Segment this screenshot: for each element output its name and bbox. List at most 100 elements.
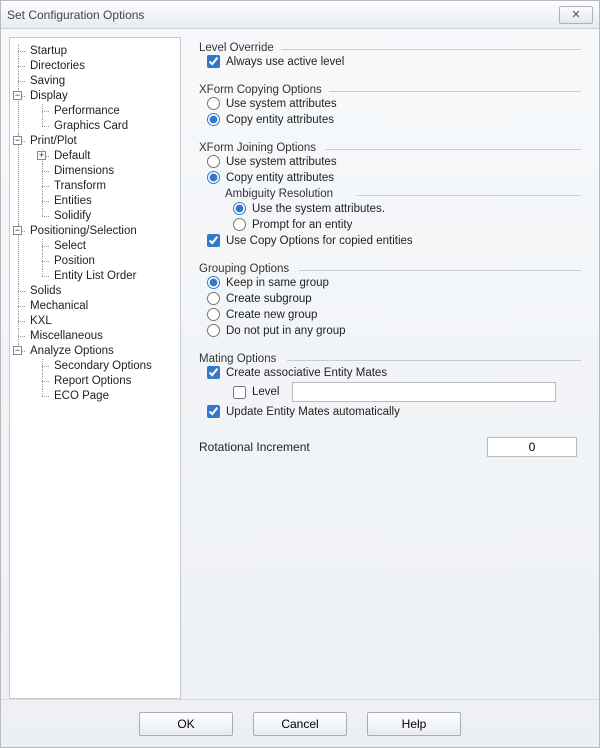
- tree-item-label[interactable]: Directories: [28, 60, 87, 72]
- tree-item[interactable]: KXL: [18, 314, 176, 329]
- xcopy-use-system-radio[interactable]: [207, 97, 220, 110]
- tree-item-label[interactable]: Positioning/Selection: [28, 225, 139, 237]
- group-new-row[interactable]: Create new group: [207, 308, 573, 321]
- tree-item-label[interactable]: Secondary Options: [52, 360, 154, 372]
- group-keep-radio[interactable]: [207, 276, 220, 289]
- tree-item[interactable]: Report Options: [42, 374, 176, 389]
- tree-item[interactable]: Position: [42, 254, 176, 269]
- group-new-radio[interactable]: [207, 308, 220, 321]
- tree-item[interactable]: Dimensions: [42, 164, 176, 179]
- mating-update-row[interactable]: Update Entity Mates automatically: [207, 405, 573, 418]
- close-button[interactable]: ✕: [559, 6, 593, 24]
- help-button[interactable]: Help: [367, 712, 461, 736]
- ambiguity-prompt-row[interactable]: Prompt for an entity: [233, 218, 573, 231]
- mating-level-input[interactable]: [292, 382, 556, 402]
- mating-update-label: Update Entity Mates automatically: [226, 406, 400, 418]
- tree-item-label[interactable]: Display: [28, 90, 70, 102]
- tree-item[interactable]: Startup: [18, 44, 176, 59]
- xjoin-copy-entity-radio[interactable]: [207, 171, 220, 184]
- tree-item-label[interactable]: Graphics Card: [52, 120, 130, 132]
- tree-item-label[interactable]: Performance: [52, 105, 122, 117]
- legend-level-override: Level Override: [199, 42, 280, 54]
- tree-item-label[interactable]: Position: [52, 255, 97, 267]
- xcopy-copy-entity-row[interactable]: Copy entity attributes: [207, 113, 573, 126]
- ambiguity-prompt-radio[interactable]: [233, 218, 246, 231]
- tree-item[interactable]: −Print/Plot+DefaultDimensionsTransformEn…: [18, 134, 176, 224]
- tree-item[interactable]: Saving: [18, 74, 176, 89]
- tree-item-label[interactable]: Report Options: [52, 375, 133, 387]
- tree-item[interactable]: Solidify: [42, 209, 176, 224]
- tree-item[interactable]: ECO Page: [42, 389, 176, 404]
- xcopy-use-system-row[interactable]: Use system attributes: [207, 97, 573, 110]
- collapse-icon[interactable]: −: [13, 91, 22, 100]
- tree-item-label[interactable]: Entities: [52, 195, 94, 207]
- xjoin-use-system-row[interactable]: Use system attributes: [207, 155, 573, 168]
- ambiguity-use-system-radio[interactable]: [233, 202, 246, 215]
- tree-item[interactable]: Miscellaneous: [18, 329, 176, 344]
- always-active-level-row[interactable]: Always use active level: [207, 55, 573, 68]
- group-none-radio[interactable]: [207, 324, 220, 337]
- tree-item-label[interactable]: Select: [52, 240, 88, 252]
- xjoin-copy-entity-row[interactable]: Copy entity attributes: [207, 171, 573, 184]
- tree-item[interactable]: Transform: [42, 179, 176, 194]
- tree-item-label[interactable]: Print/Plot: [28, 135, 79, 147]
- tree-item[interactable]: Directories: [18, 59, 176, 74]
- collapse-icon[interactable]: −: [13, 346, 22, 355]
- tree-item[interactable]: −DisplayPerformanceGraphics Card: [18, 89, 176, 134]
- tree-item-label[interactable]: Solidify: [52, 210, 93, 222]
- mating-create-row[interactable]: Create associative Entity Mates: [207, 366, 573, 379]
- category-tree[interactable]: StartupDirectoriesSaving−DisplayPerforma…: [9, 37, 181, 699]
- ok-button[interactable]: OK: [139, 712, 233, 736]
- tree-item-label[interactable]: Dimensions: [52, 165, 116, 177]
- legend-xform-joining: XForm Joining Options: [199, 142, 322, 154]
- tree-item[interactable]: Graphics Card: [42, 119, 176, 134]
- collapse-icon[interactable]: −: [13, 136, 22, 145]
- tree-item-label[interactable]: Analyze Options: [28, 345, 116, 357]
- config-window: Set Configuration Options ✕ Startup Direc…: [0, 0, 600, 748]
- tree-item-label[interactable]: Entity List Order: [52, 270, 138, 282]
- legend-grouping: Grouping Options: [199, 263, 295, 275]
- tree-item-label[interactable]: Transform: [52, 180, 108, 192]
- group-keep-row[interactable]: Keep in same group: [207, 276, 573, 289]
- use-copy-options-checkbox[interactable]: [207, 234, 220, 247]
- group-none-row[interactable]: Do not put in any group: [207, 324, 573, 337]
- expand-icon[interactable]: +: [37, 151, 46, 160]
- window-title: Set Configuration Options: [7, 8, 559, 22]
- tree-item-label[interactable]: ECO Page: [52, 390, 111, 402]
- legend-mating: Mating Options: [199, 353, 282, 365]
- mating-update-checkbox[interactable]: [207, 405, 220, 418]
- tree-item[interactable]: +Default: [42, 149, 176, 164]
- tree-item[interactable]: Entity List Order: [42, 269, 176, 284]
- tree-item[interactable]: Secondary Options: [42, 359, 176, 374]
- tree-item[interactable]: Entities: [42, 194, 176, 209]
- tree-item-label[interactable]: KXL: [28, 315, 54, 327]
- always-active-level-checkbox[interactable]: [207, 55, 220, 68]
- group-sub-radio[interactable]: [207, 292, 220, 305]
- use-copy-options-label: Use Copy Options for copied entities: [226, 235, 413, 247]
- use-copy-options-row[interactable]: Use Copy Options for copied entities: [207, 234, 573, 247]
- ambiguity-use-system-row[interactable]: Use the system attributes.: [233, 202, 573, 215]
- settings-panel: Level Override Always use active level X…: [189, 37, 591, 699]
- tree-item[interactable]: −Positioning/SelectionSelectPositionEnti…: [18, 224, 176, 284]
- group-sub-row[interactable]: Create subgroup: [207, 292, 573, 305]
- mating-create-checkbox[interactable]: [207, 366, 220, 379]
- xjoin-copy-entity-label: Copy entity attributes: [226, 172, 334, 184]
- tree-item[interactable]: −Analyze OptionsSecondary OptionsReport …: [18, 344, 176, 404]
- tree-item[interactable]: Performance: [42, 104, 176, 119]
- mating-level-checkbox[interactable]: [233, 386, 246, 399]
- tree-item-label[interactable]: Miscellaneous: [28, 330, 105, 342]
- xcopy-copy-entity-label: Copy entity attributes: [226, 114, 334, 126]
- cancel-button[interactable]: Cancel: [253, 712, 347, 736]
- tree-item[interactable]: Select: [42, 239, 176, 254]
- tree-item-label[interactable]: Solids: [28, 285, 63, 297]
- tree-item-label[interactable]: Startup: [28, 45, 69, 57]
- tree-item-label[interactable]: Default: [52, 150, 92, 162]
- collapse-icon[interactable]: −: [13, 226, 22, 235]
- tree-item-label[interactable]: Mechanical: [28, 300, 90, 312]
- rotational-increment-input[interactable]: [487, 437, 577, 457]
- tree-item[interactable]: Solids: [18, 284, 176, 299]
- xjoin-use-system-radio[interactable]: [207, 155, 220, 168]
- tree-item-label[interactable]: Saving: [28, 75, 67, 87]
- tree-item[interactable]: Mechanical: [18, 299, 176, 314]
- xcopy-copy-entity-radio[interactable]: [207, 113, 220, 126]
